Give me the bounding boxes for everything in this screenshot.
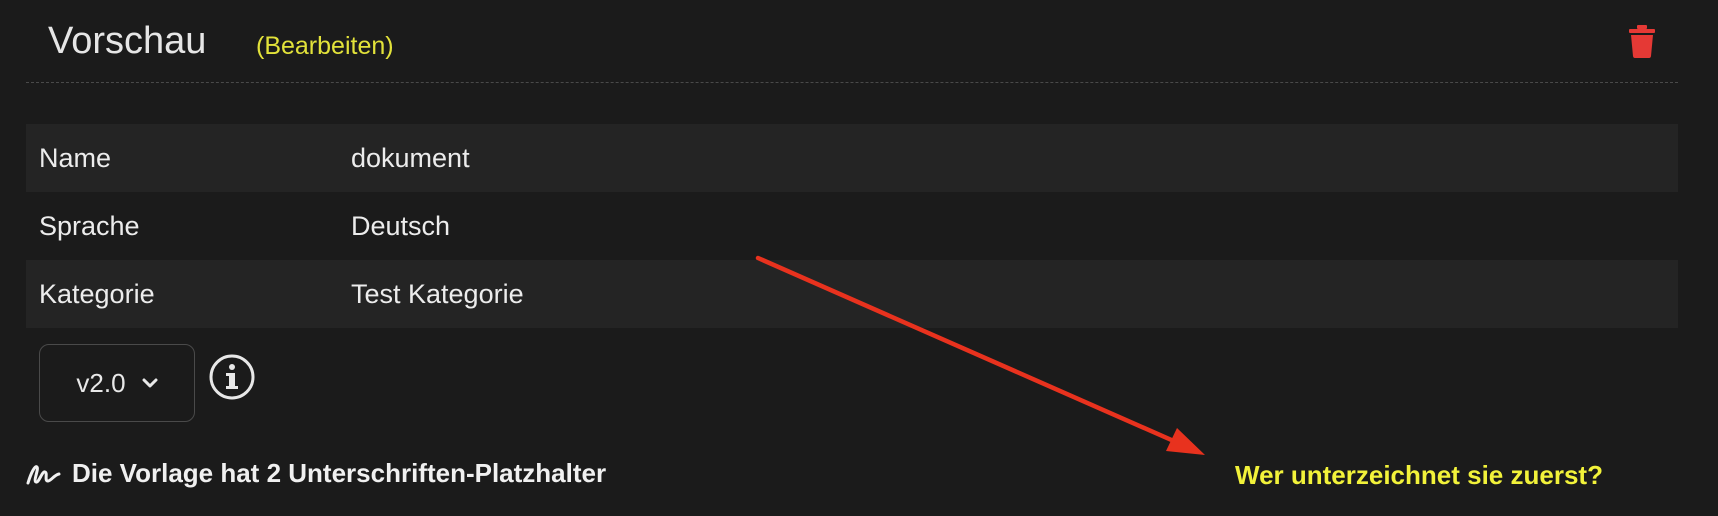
preview-header: Vorschau (Bearbeiten) bbox=[26, 0, 1678, 83]
annotation-text: Wer unterzeichnet sie zuerst? bbox=[1235, 460, 1603, 490]
detail-value: Test Kategorie bbox=[351, 278, 524, 309]
info-icon[interactable] bbox=[208, 353, 256, 401]
version-select[interactable]: v2.0 bbox=[39, 344, 195, 422]
details-table: Name dokument Sprache Deutsch Kategorie … bbox=[26, 124, 1678, 328]
chevron-down-icon bbox=[142, 378, 158, 388]
page-title: Vorschau bbox=[48, 20, 207, 62]
signature-placeholder-info: Die Vorlage hat 2 Unterschriften-Platzha… bbox=[26, 458, 606, 489]
edit-link[interactable]: (Bearbeiten) bbox=[256, 32, 394, 61]
version-value: v2.0 bbox=[76, 367, 126, 398]
detail-value: dokument bbox=[351, 142, 470, 173]
trash-icon[interactable] bbox=[1628, 24, 1656, 58]
detail-label: Name bbox=[39, 142, 112, 173]
table-row: Sprache Deutsch bbox=[26, 192, 1678, 260]
signature-placeholder-text: Die Vorlage hat 2 Unterschriften-Platzha… bbox=[72, 458, 607, 488]
table-row: Kategorie Test Kategorie bbox=[26, 260, 1678, 328]
detail-label: Kategorie bbox=[39, 278, 155, 309]
table-row: Name dokument bbox=[26, 124, 1678, 192]
detail-value: Deutsch bbox=[351, 210, 451, 241]
detail-label: Sprache bbox=[39, 210, 140, 241]
signature-icon bbox=[26, 464, 61, 484]
